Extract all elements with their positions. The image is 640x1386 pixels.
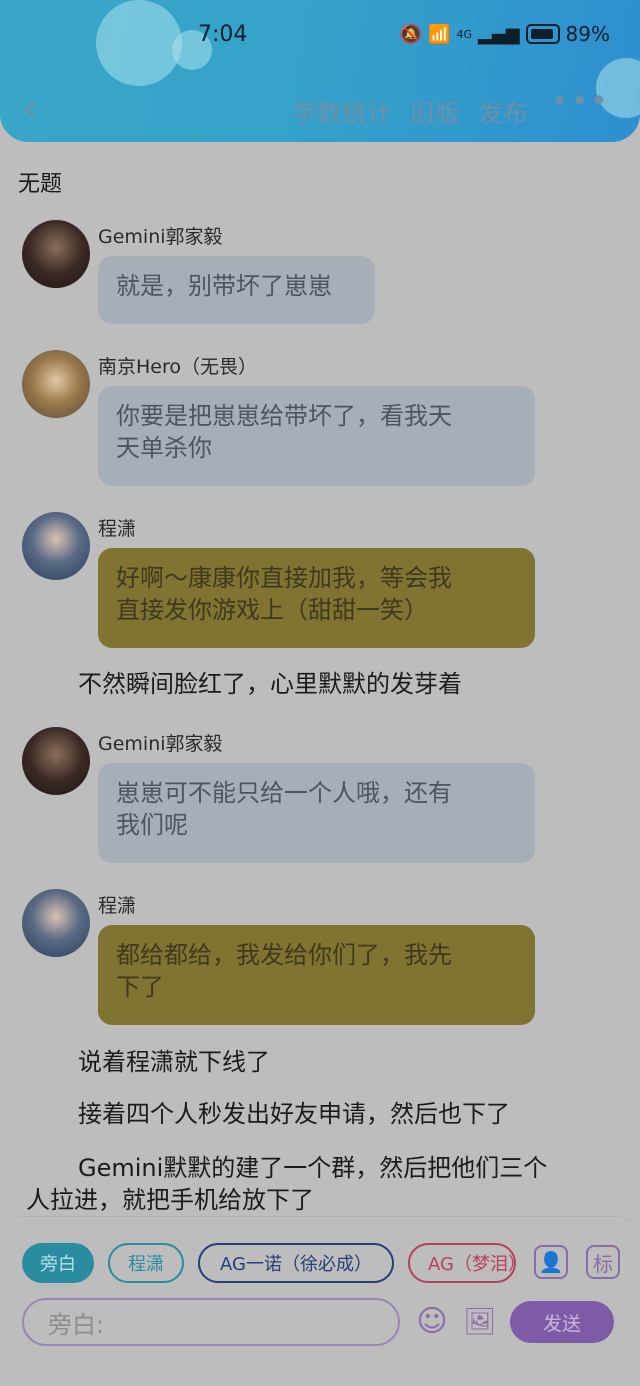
- avatar[interactable]: [22, 889, 90, 957]
- narration-text: Gemini默默的建了一个群，然后把他们三个 人拉进，就把手机给放下了: [26, 1154, 548, 1214]
- status-time: 7:04: [198, 22, 248, 47]
- image-icon[interactable]: 🖼: [462, 1304, 498, 1340]
- chat-bubble[interactable]: 都给都给，我发给你们了，我先 下了: [98, 925, 535, 1025]
- avatar[interactable]: [22, 512, 90, 580]
- role-chip[interactable]: 程潇: [108, 1243, 184, 1283]
- signal-label: 4G: [456, 27, 473, 41]
- speaker-name: 南京Hero（无畏）: [98, 356, 257, 378]
- avatar[interactable]: [22, 727, 90, 795]
- status-icons: 🔕 📶 4G ▂▄▆ 89%: [400, 22, 610, 46]
- chat-bubble[interactable]: 崽崽可不能只给一个人哦，还有 我们呢: [98, 763, 535, 863]
- role-chip[interactable]: AG一诺（徐必成）: [198, 1243, 394, 1283]
- speaker-name: Gemini郭家毅: [98, 226, 223, 248]
- header-links: 字数统计 旧版 发布: [292, 94, 528, 130]
- role-chip-narrator[interactable]: 旁白: [22, 1243, 94, 1283]
- more-icon[interactable]: •••: [551, 84, 610, 119]
- wifi-icon: 📶: [428, 23, 451, 45]
- publish-link[interactable]: 发布: [478, 94, 528, 130]
- word-count-link[interactable]: 字数统计: [292, 94, 392, 130]
- chat-bubble[interactable]: 就是，别带坏了崽崽: [98, 256, 375, 324]
- send-button[interactable]: 发送: [510, 1301, 614, 1343]
- back-icon[interactable]: ‹: [22, 88, 38, 128]
- avatar[interactable]: [22, 350, 90, 418]
- old-version-link[interactable]: 旧版: [410, 94, 460, 130]
- narration-text: 接着四个人秒发出好友申请，然后也下了: [78, 1100, 510, 1128]
- role-chip[interactable]: AG（梦泪）: [408, 1243, 516, 1283]
- message-input[interactable]: 旁白:: [22, 1298, 400, 1346]
- emoji-icon[interactable]: ☺: [414, 1304, 450, 1340]
- narration-text: 不然瞬间脸红了，心里默默的发芽着: [78, 670, 462, 698]
- mute-icon: 🔕: [399, 23, 423, 45]
- speaker-name: 程潇: [98, 895, 137, 917]
- top-bar: 7:04 🔕 📶 4G ▂▄▆ 89% ‹ 字数统计 旧版 发布 •••: [0, 0, 640, 142]
- battery-icon: [525, 24, 560, 44]
- page-title: 无题: [18, 172, 63, 197]
- signal-icon: ▂▄▆: [478, 23, 520, 45]
- narration-text: 说着程潇就下线了: [78, 1048, 270, 1076]
- chat-bubble[interactable]: 你要是把崽崽给带坏了，看我天 天单杀你: [98, 386, 535, 486]
- battery-percent: 89%: [565, 22, 610, 46]
- avatar[interactable]: [22, 220, 90, 288]
- chat-bubble[interactable]: 好啊～康康你直接加我，等会我 直接发你游戏上（甜甜一笑）: [98, 548, 535, 648]
- speaker-name: 程潇: [98, 518, 137, 540]
- mark-button[interactable]: 标: [586, 1245, 620, 1279]
- speaker-name: Gemini郭家毅: [98, 733, 223, 755]
- person-icon[interactable]: 👤: [534, 1245, 568, 1279]
